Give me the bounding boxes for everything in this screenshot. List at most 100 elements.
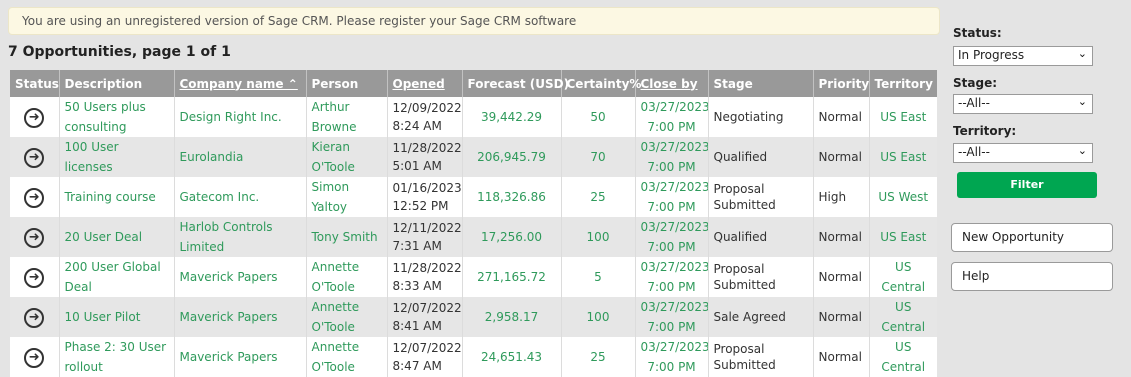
column-header-opened-label[interactable]: Opened [393,77,445,91]
territory-line-1: US East [880,110,927,124]
description-link[interactable]: 10 User Pilot [59,297,175,337]
description-link[interactable]: 100 User licenses [59,137,175,177]
column-header-certainty[interactable]: Certainty% [561,70,641,97]
person-link[interactable]: Annette O'Toole [306,257,388,297]
description-link[interactable]: Phase 2: 30 User rollout [59,337,175,377]
column-header-close-by[interactable]: Close by [635,70,709,97]
company-line-1: Design Right Inc. [179,110,282,124]
column-header-company-label[interactable]: Company name ⌃ [180,77,298,91]
status-cell[interactable]: ➜ [10,217,60,257]
opened-cell: 01/16/2023 12:52 PM [387,177,463,217]
status-cell[interactable]: ➜ [10,177,60,217]
territory-filter-select[interactable]: --All-- ⌄ [953,143,1093,163]
help-button[interactable]: Help [951,262,1113,291]
close_by-line-2: 7:00 PM [647,240,696,254]
close-by-cell: 03/27/2023 7:00 PM [635,97,709,137]
arrow-circle-right-icon[interactable]: ➜ [24,267,45,288]
description-line-1: 50 Users plus [64,100,146,114]
arrow-circle-right-icon[interactable]: ➜ [24,107,45,128]
certainty-cell: 100 [561,217,636,257]
territory-line-2: Central [881,280,926,294]
territory-cell: US Central [869,257,937,297]
column-header-close-by-label[interactable]: Close by [641,77,698,91]
company-link[interactable]: Maverick Papers [174,297,307,337]
stage-line-1: Sale Agreed [713,310,786,324]
stage-line-1: Proposal [713,262,765,276]
company-line-1: Maverick Papers [179,350,278,364]
column-header-forecast[interactable]: Forecast (USD) [462,70,569,97]
description-line-1: 200 User Global [64,260,161,274]
person-link[interactable]: Annette O'Toole [306,337,388,377]
stage-line-1: Qualified [713,230,768,244]
company-link[interactable]: Harlob Controls Limited [174,217,307,257]
close-by-cell: 03/27/2023 7:00 PM [635,137,709,177]
stage-filter-select[interactable]: --All-- ⌄ [953,94,1093,114]
description-link[interactable]: 20 User Deal [59,217,175,257]
column-header-person[interactable]: Person [306,70,388,97]
table-row: ➜ Training course Gatecom Inc. Simon Yaltoy 0… [10,177,937,217]
new-opportunity-button[interactable]: New Opportunity [951,223,1113,252]
status-filter-select[interactable]: In Progress ⌄ [953,46,1093,66]
arrow-circle-right-icon[interactable]: ➜ [24,307,45,328]
certainty-cell: 25 [561,177,636,217]
arrow-circle-right-icon[interactable]: ➜ [24,187,45,208]
opportunities-table: Status Description Company name ⌃ Person… [10,70,937,377]
company-link[interactable]: Maverick Papers [174,257,307,297]
person-line-2: O'Toole [311,360,355,374]
territory-cell: US Central [869,337,937,377]
company-line-1: Maverick Papers [179,270,278,284]
status-cell[interactable]: ➜ [10,257,60,297]
company-link[interactable]: Eurolandia [174,137,307,177]
arrow-circle-right-icon[interactable]: ➜ [24,227,45,248]
close_by-line-2: 7:00 PM [647,120,696,134]
opened-line-2: 7:31 AM [392,239,442,253]
stage-line-1: Negotiating [713,110,784,124]
territory-cell: US East [869,137,937,177]
opened-cell: 11/28/2022 8:33 AM [387,257,463,297]
person-link[interactable]: Kieran O'Toole [306,137,388,177]
description-line-2: consulting [64,120,127,134]
table-row: ➜ 100 User licenses Eurolandia Kieran O'Tool… [10,137,937,177]
description-link[interactable]: 50 Users plus consulting [59,97,175,137]
close-by-cell: 03/27/2023 7:00 PM [635,217,709,257]
status-cell[interactable]: ➜ [10,137,60,177]
company-link[interactable]: Maverick Papers [174,337,307,377]
description-link[interactable]: Training course [59,177,175,217]
description-line-1: Training course [64,190,156,204]
opened-cell: 12/07/2022 8:41 AM [387,297,463,337]
column-header-description[interactable]: Description [59,70,175,97]
stage-line-2: Submitted [713,278,776,292]
column-header-territory[interactable]: Territory [869,70,937,97]
opened-cell: 11/28/2022 5:01 AM [387,137,463,177]
chevron-down-icon: ⌄ [1077,47,1087,60]
column-header-priority[interactable]: Priority [813,70,870,97]
column-header-company[interactable]: Company name ⌃ [174,70,307,97]
person-link[interactable]: Annette O'Toole [306,297,388,337]
arrow-circle-right-icon[interactable]: ➜ [24,147,45,168]
arrow-circle-right-icon[interactable]: ➜ [24,347,45,368]
priority-cell: Normal [813,257,870,297]
opened-line-1: 12/11/2022 [392,221,462,235]
person-link[interactable]: Simon Yaltoy [306,177,388,217]
status-cell[interactable]: ➜ [10,337,60,377]
person-line-2: O'Toole [311,320,355,334]
column-header-opened[interactable]: Opened [387,70,463,97]
status-cell[interactable]: ➜ [10,97,60,137]
person-link[interactable]: Arthur Browne [306,97,388,137]
person-link[interactable]: Tony Smith [306,217,388,257]
status-filter-label: Status: [953,26,1002,40]
close-by-cell: 03/27/2023 7:00 PM [635,297,709,337]
company-link[interactable]: Gatecom Inc. [174,177,307,217]
opened-line-2: 12:52 PM [392,199,449,213]
table-row: ➜ 20 User Deal Harlob Controls Limited Tony … [10,217,937,257]
company-link[interactable]: Design Right Inc. [174,97,307,137]
stage-cell: Qualified [708,137,814,177]
person-line-2: Browne [311,120,357,134]
status-filter-value: In Progress [958,48,1025,62]
column-header-stage[interactable]: Stage [708,70,814,97]
description-link[interactable]: 200 User Global Deal [59,257,175,297]
filter-button[interactable]: Filter [957,172,1097,198]
banner-text: You are using an unregistered version of… [22,14,577,28]
status-cell[interactable]: ➜ [10,297,60,337]
territory-line-1: US [895,340,912,354]
